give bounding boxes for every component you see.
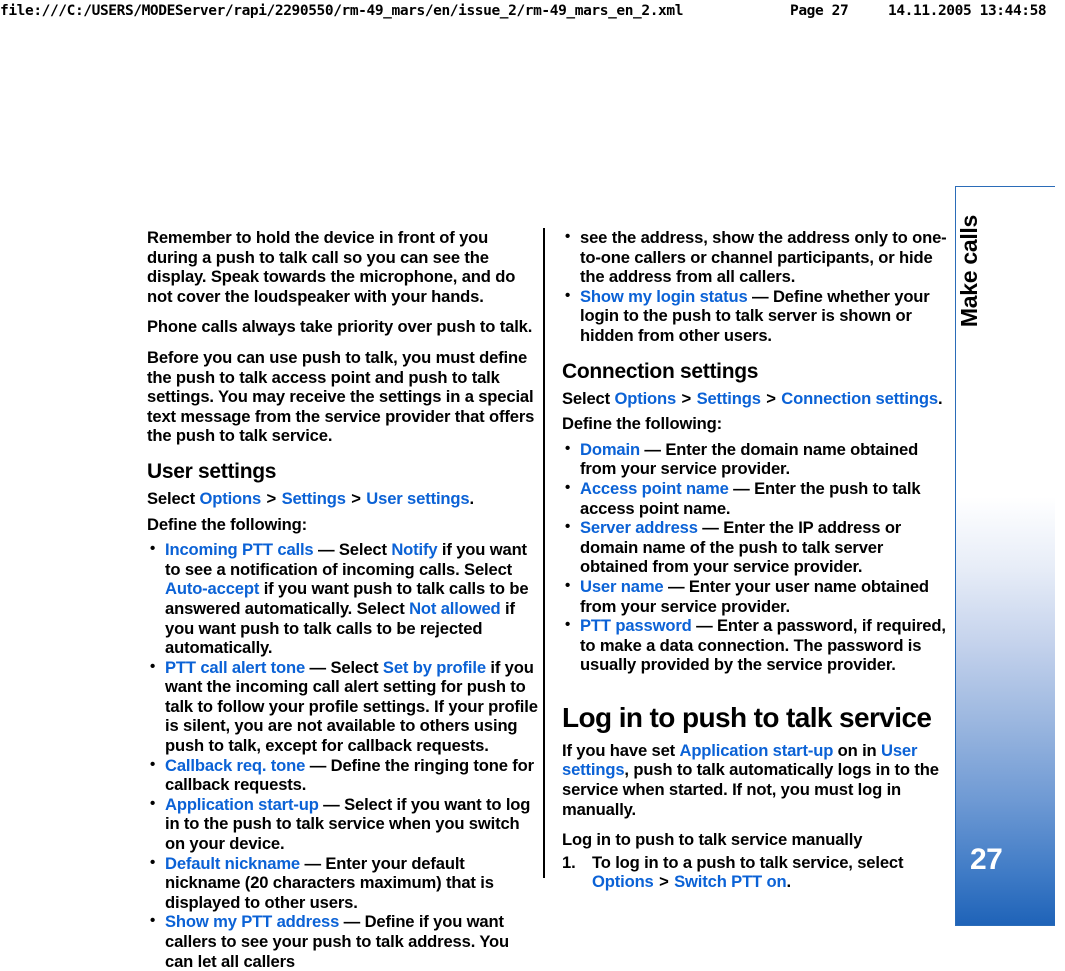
setting-name-link[interactable]: User name — [580, 577, 664, 596]
right-column: see the address, show the address only t… — [562, 227, 954, 892]
chapter-edge-tab: Make calls 27 — [955, 186, 1055, 926]
menu-options[interactable]: Options — [199, 489, 261, 508]
list-item: Callback req. tone — Define the ringing … — [147, 755, 539, 795]
heading-log-in-service: Log in to push to talk service — [562, 701, 932, 733]
left-column: Remember to hold the device in front of … — [147, 228, 539, 971]
ui-term-link[interactable]: Application start-up — [679, 741, 833, 760]
menu-options[interactable]: Options — [614, 389, 676, 408]
setting-name-link[interactable]: PTT call alert tone — [165, 658, 305, 677]
list-item: Show my PTT address — Define if you want… — [147, 911, 539, 971]
setting-name-link[interactable]: Access point name — [580, 479, 729, 498]
ui-term-link[interactable]: Set by profile — [383, 658, 486, 677]
setting-name-link[interactable]: Show my login status — [580, 287, 748, 306]
menu-connection-settings[interactable]: Connection settings — [781, 389, 938, 408]
paragraph-address-continuation: see the address, show the address only t… — [580, 228, 947, 287]
user-settings-bullet-list: Incoming PTT calls — Select Notify if yo… — [147, 539, 539, 971]
heading-connection-settings: Connection settings — [562, 359, 759, 383]
select-prefix: Select — [147, 488, 200, 508]
path-separator: > — [262, 488, 281, 508]
user-settings-select-path: Select Options > Settings > User setting… — [147, 489, 539, 509]
ui-term-link[interactable]: Not allowed — [409, 599, 501, 618]
page-number: 27 — [970, 843, 1003, 876]
ui-term-link[interactable]: Auto-accept — [165, 579, 259, 598]
menu-settings[interactable]: Settings — [697, 389, 761, 408]
body-text: — Select — [305, 657, 383, 677]
setting-name-link[interactable]: Default nickname — [165, 854, 300, 873]
list-item: PTT call alert tone — Select Set by prof… — [147, 657, 539, 756]
menu-settings[interactable]: Settings — [282, 489, 346, 508]
menu-user-settings[interactable]: User settings — [366, 489, 469, 508]
select-prefix: Select — [562, 388, 615, 408]
connection-settings-select-path: Select Options > Settings > Connection s… — [562, 389, 954, 409]
list-item: Application start-up — Select if you wan… — [147, 794, 539, 854]
ui-term-link[interactable]: Switch PTT on — [674, 872, 787, 891]
select-suffix: . — [469, 488, 474, 508]
list-item: Domain — Enter the domain name obtained … — [562, 439, 954, 479]
list-item: Default nickname — Enter your default ni… — [147, 853, 539, 913]
body-text: on in — [833, 740, 882, 760]
list-item: Access point name — Enter the push to ta… — [562, 478, 954, 518]
user-settings-define-line: Define the following: — [147, 514, 308, 534]
column-divider — [543, 228, 545, 878]
setting-name-link[interactable]: Incoming PTT calls — [165, 540, 314, 559]
login-steps-list: To log in to a push to talk service, sel… — [562, 853, 954, 892]
paragraph-hold-device: Remember to hold the device in front of … — [147, 228, 516, 306]
paragraph-before-use: Before you can use push to talk, you mus… — [147, 347, 535, 446]
setting-name-link[interactable]: Callback req. tone — [165, 756, 305, 775]
paragraph-phone-priority: Phone calls always take priority over pu… — [147, 317, 533, 337]
connection-settings-bullet-list: Domain — Enter the domain name obtained … — [562, 439, 954, 675]
heading-user-settings: User settings — [147, 459, 277, 483]
document-page: Remember to hold the device in front of … — [0, 0, 1065, 971]
setting-name-link[interactable]: Domain — [580, 440, 640, 459]
body-text: To log in to a push to talk service, sel… — [592, 852, 904, 872]
list-item: Show my login status — Define whether yo… — [562, 286, 954, 346]
setting-name-link[interactable]: Server address — [580, 518, 698, 537]
paragraph-login-intro: If you have set Application start-up on … — [562, 741, 954, 819]
path-separator: > — [346, 488, 366, 508]
chapter-title: Make calls — [956, 215, 982, 328]
body-text: — Select — [313, 540, 392, 560]
subheading-log-in-manually: Log in to push to talk service manually — [562, 830, 863, 850]
list-item: PTT password — Enter a password, if requ… — [562, 615, 954, 675]
ui-term-link[interactable]: Notify — [391, 540, 437, 559]
body-text: . — [786, 872, 791, 892]
list-item: Incoming PTT calls — Select Notify if yo… — [147, 539, 539, 658]
setting-name-link[interactable]: PTT password — [580, 616, 692, 635]
list-item: User name — Enter your user name obtaine… — [562, 576, 954, 616]
path-separator: > — [761, 388, 781, 408]
path-separator: > — [654, 872, 674, 892]
ui-term-link[interactable]: Options — [592, 872, 654, 891]
list-item: To log in to a push to talk service, sel… — [562, 853, 954, 892]
setting-name-link[interactable]: Application start-up — [165, 795, 319, 814]
show-login-status-bullet-list: Show my login status — Define whether yo… — [562, 286, 954, 346]
path-separator: > — [677, 388, 696, 408]
body-text: If you have set — [562, 740, 680, 760]
list-item: Server address — Enter the IP address or… — [562, 517, 954, 577]
select-suffix: . — [937, 388, 943, 408]
connection-settings-define-line: Define the following: — [562, 414, 723, 434]
setting-name-link[interactable]: Show my PTT address — [165, 912, 339, 931]
